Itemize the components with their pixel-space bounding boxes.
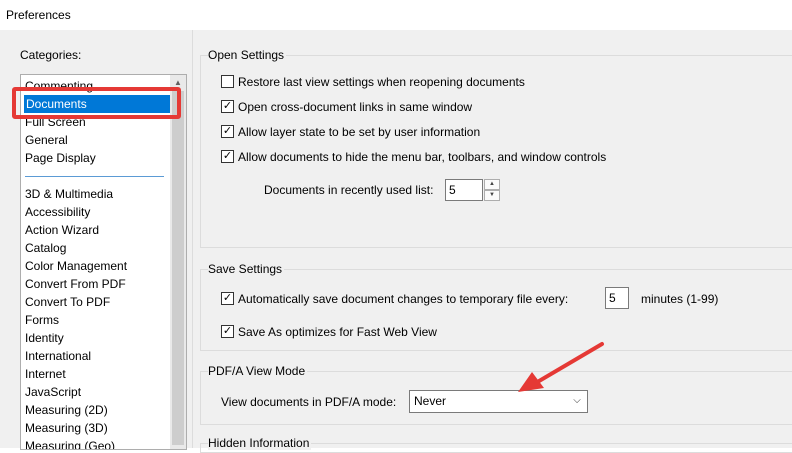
save-settings-title: Save Settings bbox=[208, 262, 285, 276]
category-measuring-3d[interactable]: Measuring (3D) bbox=[25, 419, 108, 437]
red-arrow-icon bbox=[518, 342, 604, 392]
category-color-management[interactable]: Color Management bbox=[25, 257, 127, 275]
category-3d-multimedia[interactable]: 3D & Multimedia bbox=[25, 185, 113, 203]
categories-scrollbar[interactable]: ▲ bbox=[170, 75, 186, 449]
open-cross-doc-links-checkbox[interactable]: ✓ bbox=[221, 100, 234, 113]
auto-save-label: Automatically save document changes to t… bbox=[238, 292, 569, 306]
category-identity[interactable]: Identity bbox=[25, 329, 64, 347]
auto-save-checkbox[interactable]: ✓ bbox=[221, 292, 234, 305]
pdfa-view-label: View documents in PDF/A mode: bbox=[221, 395, 397, 409]
recent-list-spin-buttons[interactable]: ▲ ▼ bbox=[484, 179, 500, 201]
categories-label: Categories: bbox=[20, 48, 82, 62]
recent-list-stepper[interactable]: 5 ▲ ▼ bbox=[445, 179, 500, 201]
pdfa-view-mode-value: Never bbox=[414, 394, 447, 408]
chevron-down-icon[interactable]: ⌵ bbox=[571, 395, 583, 407]
category-measuring-geo[interactable]: Measuring (Geo) bbox=[25, 437, 115, 449]
pdfa-view-mode-title: PDF/A View Mode bbox=[208, 364, 308, 378]
category-convert-from-pdf[interactable]: Convert From PDF bbox=[25, 275, 126, 293]
allow-layer-state-label: Allow layer state to be set by user info… bbox=[238, 125, 481, 139]
minutes-suffix-label: minutes (1-99) bbox=[641, 292, 719, 306]
auto-save-minutes-input[interactable]: 5 bbox=[605, 287, 629, 309]
restore-last-view-label: Restore last view settings when reopenin… bbox=[238, 75, 525, 89]
spin-up-icon[interactable]: ▲ bbox=[484, 179, 500, 190]
category-action-wizard[interactable]: Action Wizard bbox=[25, 221, 99, 239]
category-accessibility[interactable]: Accessibility bbox=[25, 203, 90, 221]
allow-layer-state-checkbox[interactable]: ✓ bbox=[221, 125, 234, 138]
category-forms[interactable]: Forms bbox=[25, 311, 59, 329]
categories-list[interactable]: Commenting Documents Full Screen General… bbox=[20, 74, 187, 450]
panel-divider bbox=[192, 30, 193, 448]
save-as-optimizes-checkbox[interactable]: ✓ bbox=[221, 325, 234, 338]
category-separator bbox=[25, 176, 164, 177]
category-page-display[interactable]: Page Display bbox=[25, 149, 96, 167]
spin-down-icon[interactable]: ▼ bbox=[484, 190, 500, 201]
category-convert-to-pdf[interactable]: Convert To PDF bbox=[25, 293, 110, 311]
category-javascript[interactable]: JavaScript bbox=[25, 383, 81, 401]
category-measuring-2d[interactable]: Measuring (2D) bbox=[25, 401, 108, 419]
open-settings-title: Open Settings bbox=[208, 48, 287, 62]
category-internet[interactable]: Internet bbox=[25, 365, 66, 383]
allow-hide-menu-label: Allow documents to hide the menu bar, to… bbox=[238, 150, 607, 164]
annotation-highlight-box bbox=[12, 87, 181, 119]
category-international[interactable]: International bbox=[25, 347, 91, 365]
scroll-thumb[interactable] bbox=[172, 91, 184, 445]
window-title: Preferences bbox=[6, 8, 71, 22]
open-cross-doc-links-label: Open cross-document links in same window bbox=[238, 100, 473, 114]
recent-list-label: Documents in recently used list: bbox=[264, 183, 434, 197]
allow-hide-menu-checkbox[interactable]: ✓ bbox=[221, 150, 234, 163]
restore-last-view-checkbox[interactable] bbox=[221, 75, 234, 88]
save-as-optimizes-label: Save As optimizes for Fast Web View bbox=[238, 325, 437, 339]
recent-list-input[interactable]: 5 bbox=[445, 179, 483, 201]
category-catalog[interactable]: Catalog bbox=[25, 239, 66, 257]
category-general[interactable]: General bbox=[25, 131, 68, 149]
title-bar: Preferences bbox=[0, 0, 792, 30]
